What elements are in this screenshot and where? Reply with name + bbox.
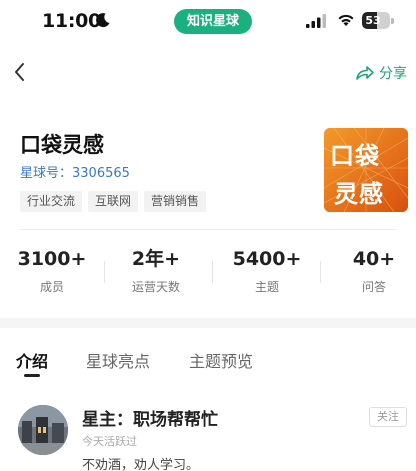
stat-value: 5400+ xyxy=(232,248,302,270)
tag-industry[interactable]: 行业交流 xyxy=(20,191,83,212)
tab-intro[interactable]: 介绍 xyxy=(16,348,48,372)
share-button[interactable]: 分享 xyxy=(355,62,407,84)
battery-percent: 53 xyxy=(365,14,381,27)
cover-title-line1: 口袋 xyxy=(330,142,380,170)
divider xyxy=(20,229,396,230)
stat-label: 运营天数 xyxy=(131,280,180,294)
stat-qa[interactable]: 40+ 问答 xyxy=(322,245,416,295)
tag-internet[interactable]: 互联网 xyxy=(88,191,139,212)
owner-description: 不劝酒，劝人学习。 xyxy=(82,458,200,471)
moon-icon xyxy=(96,13,110,28)
stat-separator xyxy=(212,261,213,283)
section-separator xyxy=(0,318,416,328)
tab-highlights[interactable]: 星球亮点 xyxy=(86,348,150,372)
stat-label: 主题 xyxy=(254,280,279,294)
cellular-signal-icon xyxy=(306,14,326,28)
avatar[interactable] xyxy=(18,405,68,455)
stat-topics[interactable]: 5400+ 主题 xyxy=(215,245,319,295)
stat-value: 2年+ xyxy=(131,248,181,270)
follow-button[interactable]: 关注 xyxy=(369,407,407,427)
owner-name: 星主：职场帮帮忙 xyxy=(82,410,218,430)
share-icon xyxy=(356,66,374,80)
tag-marketing[interactable]: 营销销售 xyxy=(144,191,207,212)
back-button[interactable] xyxy=(10,60,30,84)
cover-title-line2: 灵感 xyxy=(334,180,384,208)
status-time: 11:00 xyxy=(42,10,101,32)
share-label: 分享 xyxy=(379,66,407,82)
planet-id: 星球号：3306565 xyxy=(20,166,130,181)
wifi-icon xyxy=(338,14,354,26)
stat-label: 成员 xyxy=(39,280,64,294)
tab-topic-preview[interactable]: 主题预览 xyxy=(189,348,253,372)
stat-value: 40+ xyxy=(352,248,396,270)
owner-active-status: 今天活跃过 xyxy=(82,435,137,448)
active-tab-indicator xyxy=(24,374,40,377)
stat-value: 3100+ xyxy=(17,248,87,270)
stats-row: 3100+ 成员 2年+ 运营天数 5400+ 主题 40+ 问答 xyxy=(0,245,416,301)
planet-cover-image: 口袋 灵感 xyxy=(324,128,408,212)
status-bar: 11:00 知识星球 53 xyxy=(0,0,416,44)
battery-icon: 53 xyxy=(362,12,394,29)
planet-title: 口袋灵感 xyxy=(20,133,104,157)
stat-label: 问答 xyxy=(361,280,386,294)
tag-list: 行业交流 互联网 营销销售 xyxy=(20,191,212,212)
stat-members[interactable]: 3100+ 成员 xyxy=(0,245,104,295)
app-name-pill[interactable]: 知识星球 xyxy=(174,9,252,34)
stat-operating-days[interactable]: 2年+ 运营天数 xyxy=(104,245,208,295)
stat-separator xyxy=(320,261,321,283)
